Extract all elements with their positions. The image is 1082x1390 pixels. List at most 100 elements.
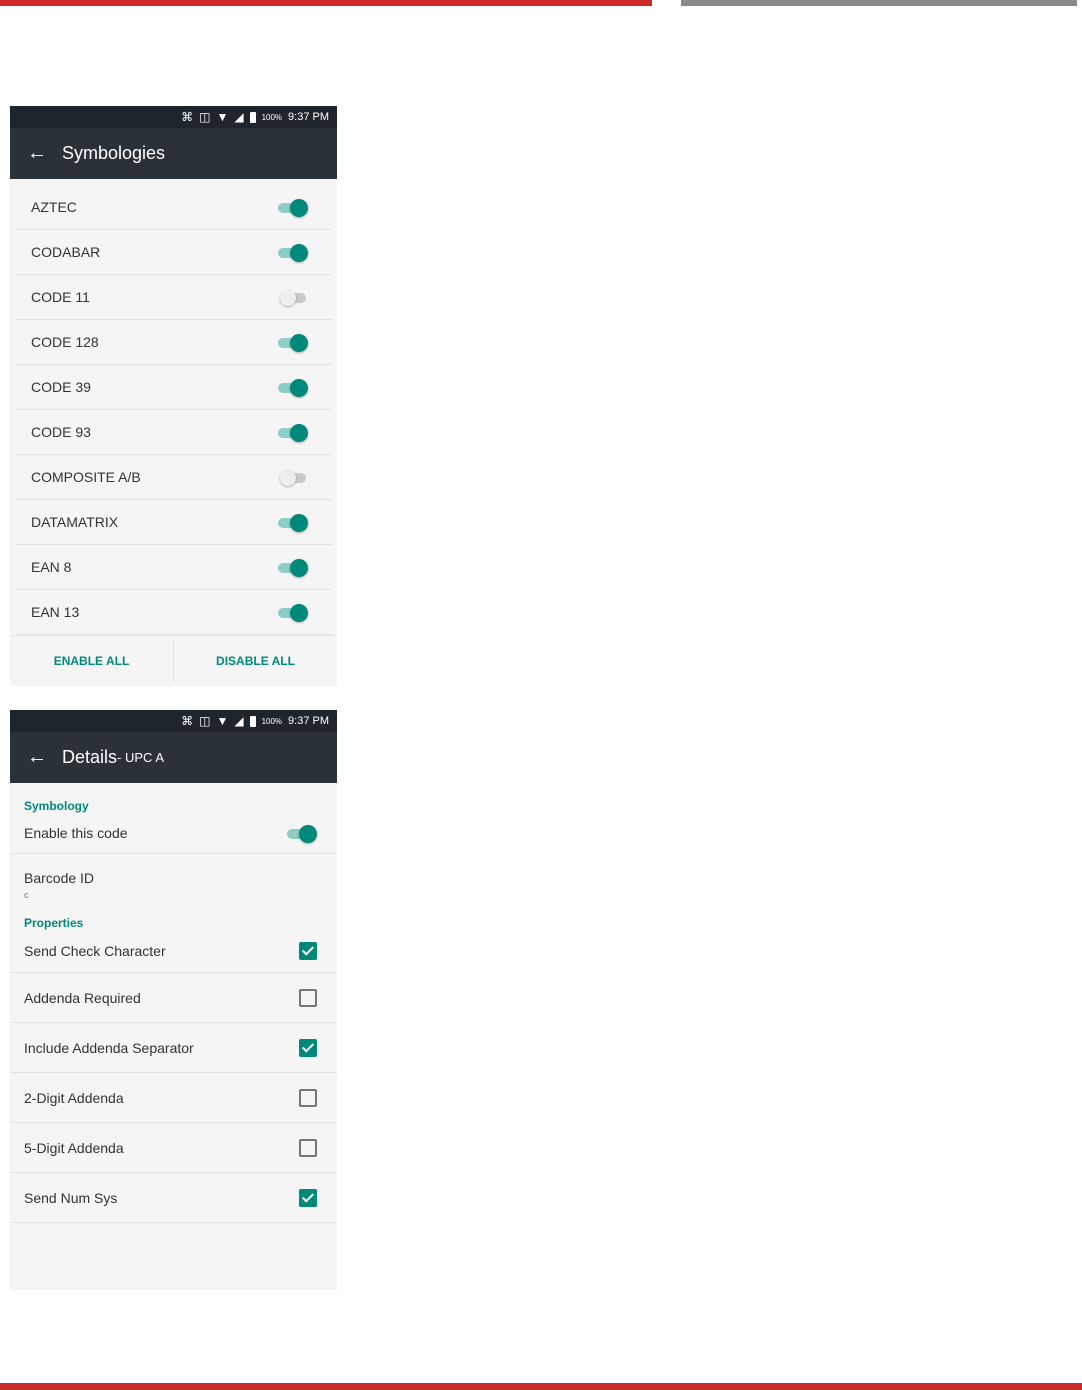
signal-icon: ◢ — [234, 714, 244, 728]
battery-icon — [249, 111, 256, 123]
checkbox-checked[interactable] — [299, 1038, 317, 1057]
bulk-action-bar: ENABLE ALL DISABLE ALL — [10, 635, 337, 686]
property-label: Send Num Sys — [24, 1189, 118, 1206]
checkbox-unchecked[interactable] — [299, 988, 317, 1007]
symbology-row[interactable]: CODE 11 — [16, 275, 332, 320]
symbology-toggle-switch[interactable] — [278, 602, 308, 622]
vibrate-icon: ◫ — [199, 714, 211, 728]
symbology-row[interactable]: CODE 93 — [16, 410, 332, 455]
property-label: 2-Digit Addenda — [24, 1089, 124, 1106]
switch-thumb — [290, 559, 308, 577]
properties-section-header: Properties — [24, 916, 84, 930]
symbology-label: CODE 11 — [31, 289, 90, 305]
switch-thumb — [290, 379, 308, 397]
symbology-label: COMPOSITE A/B — [31, 469, 141, 485]
property-row[interactable]: Include Addenda Separator — [10, 1023, 337, 1073]
symbology-label: DATAMATRIX — [31, 514, 119, 530]
page-bottom-rule — [0, 1383, 1082, 1390]
property-label: Include Addenda Separator — [24, 1039, 194, 1056]
symbology-toggle-switch[interactable] — [278, 467, 308, 487]
symbology-toggle-switch[interactable] — [278, 422, 308, 442]
symbology-label: CODE 93 — [31, 424, 91, 440]
wifi-icon: ▼ — [216, 110, 229, 124]
symbology-toggle-switch[interactable] — [278, 512, 308, 532]
property-row[interactable]: 5-Digit Addenda — [10, 1123, 337, 1173]
symbology-toggle-switch[interactable] — [278, 377, 308, 397]
barcode-id-row[interactable]: Barcode ID c — [10, 854, 337, 910]
app-bar: ← Details - UPC A — [10, 732, 337, 783]
property-row[interactable]: Send Num Sys — [10, 1173, 337, 1223]
disable-all-button[interactable]: DISABLE ALL — [174, 636, 337, 686]
symbology-label: EAN 8 — [31, 559, 72, 575]
switch-thumb — [290, 424, 308, 442]
switch-thumb — [290, 514, 308, 532]
status-bar: ⌘ ◫ ▼ ◢ 100% 9:37 PM — [10, 106, 337, 128]
symbology-row[interactable]: COMPOSITE A/B — [16, 455, 332, 500]
back-arrow-icon[interactable]: ← — [10, 746, 62, 769]
symbology-row[interactable]: CODE 128 — [16, 320, 332, 365]
wifi-icon: ▼ — [216, 714, 229, 728]
symbology-label: AZTEC — [31, 199, 77, 215]
checkbox-checked[interactable] — [299, 1188, 317, 1207]
nfc-icon: ⌘ — [181, 110, 194, 124]
symbology-toggle-switch[interactable] — [278, 557, 308, 577]
barcode-id-value: c — [24, 890, 29, 900]
property-label: 5-Digit Addenda — [24, 1139, 124, 1156]
status-bar: ⌘ ◫ ▼ ◢ 100% 9:37 PM — [10, 710, 337, 732]
symbologies-screen: ⌘ ◫ ▼ ◢ 100% 9:37 PM ← Symbologies AZTEC… — [10, 106, 337, 686]
symbology-list: AZTEC CODABAR CODE 11 CODE 128 CODE 39 CODE 9… — [10, 185, 337, 635]
battery-icon — [249, 715, 256, 727]
symbology-section-header: Symbology — [24, 799, 89, 813]
symbology-row[interactable]: EAN 8 — [16, 545, 332, 590]
checkbox-unchecked[interactable] — [299, 1088, 317, 1107]
property-row[interactable]: Send Check Character — [10, 930, 337, 973]
symbology-row[interactable]: EAN 13 — [16, 590, 332, 635]
symbology-row[interactable]: DATAMATRIX — [16, 500, 332, 545]
checkbox-checked[interactable] — [299, 942, 317, 960]
properties-list: Send Check Character Addenda Required Incl… — [10, 930, 337, 1223]
details-screen: ⌘ ◫ ▼ ◢ 100% 9:37 PM ← Details - UPC A S… — [10, 710, 337, 1290]
page-top-rule-grey — [681, 0, 1077, 6]
symbology-label: CODE 128 — [31, 334, 99, 350]
switch-thumb — [280, 470, 296, 486]
switch-thumb — [290, 199, 308, 217]
page-title: Symbologies — [62, 143, 166, 163]
page-title: Details — [62, 747, 118, 767]
symbology-row[interactable]: AZTEC — [16, 185, 332, 230]
property-label: Send Check Character — [24, 943, 166, 959]
page-top-rule-red — [0, 0, 652, 6]
clock: 9:37 PM — [288, 715, 329, 727]
barcode-id-label: Barcode ID — [24, 870, 95, 886]
clock: 9:37 PM — [288, 111, 329, 123]
symbology-toggle-switch[interactable] — [278, 197, 308, 217]
symbology-row[interactable]: CODE 39 — [16, 365, 332, 410]
property-row[interactable]: Addenda Required — [10, 973, 337, 1023]
switch-thumb — [290, 334, 308, 352]
vibrate-icon: ◫ — [199, 110, 211, 124]
symbology-label: CODABAR — [31, 244, 101, 260]
symbology-toggle-switch[interactable] — [278, 287, 308, 307]
enable-all-button[interactable]: ENABLE ALL — [10, 636, 173, 686]
battery-level: 100% — [261, 716, 283, 726]
enable-code-row[interactable]: Enable this code — [10, 813, 337, 854]
page-subtitle: - UPC A — [117, 750, 164, 765]
app-bar: ← Symbologies — [10, 128, 337, 179]
switch-thumb — [280, 290, 296, 306]
switch-thumb — [290, 244, 308, 262]
back-arrow-icon[interactable]: ← — [10, 142, 62, 165]
switch-thumb — [299, 825, 317, 843]
symbology-label: CODE 39 — [31, 379, 91, 395]
switch-thumb — [290, 604, 308, 622]
signal-icon: ◢ — [234, 110, 244, 124]
symbology-toggle-switch[interactable] — [278, 332, 308, 352]
nfc-icon: ⌘ — [181, 714, 194, 728]
property-label: Addenda Required — [24, 989, 141, 1006]
enable-code-switch[interactable] — [287, 823, 317, 843]
symbology-row[interactable]: CODABAR — [16, 230, 332, 275]
battery-level: 100% — [261, 112, 283, 122]
symbology-toggle-switch[interactable] — [278, 242, 308, 262]
property-row[interactable]: 2-Digit Addenda — [10, 1073, 337, 1123]
symbology-label: EAN 13 — [31, 604, 80, 620]
checkbox-unchecked[interactable] — [299, 1138, 317, 1157]
enable-code-label: Enable this code — [24, 825, 128, 841]
